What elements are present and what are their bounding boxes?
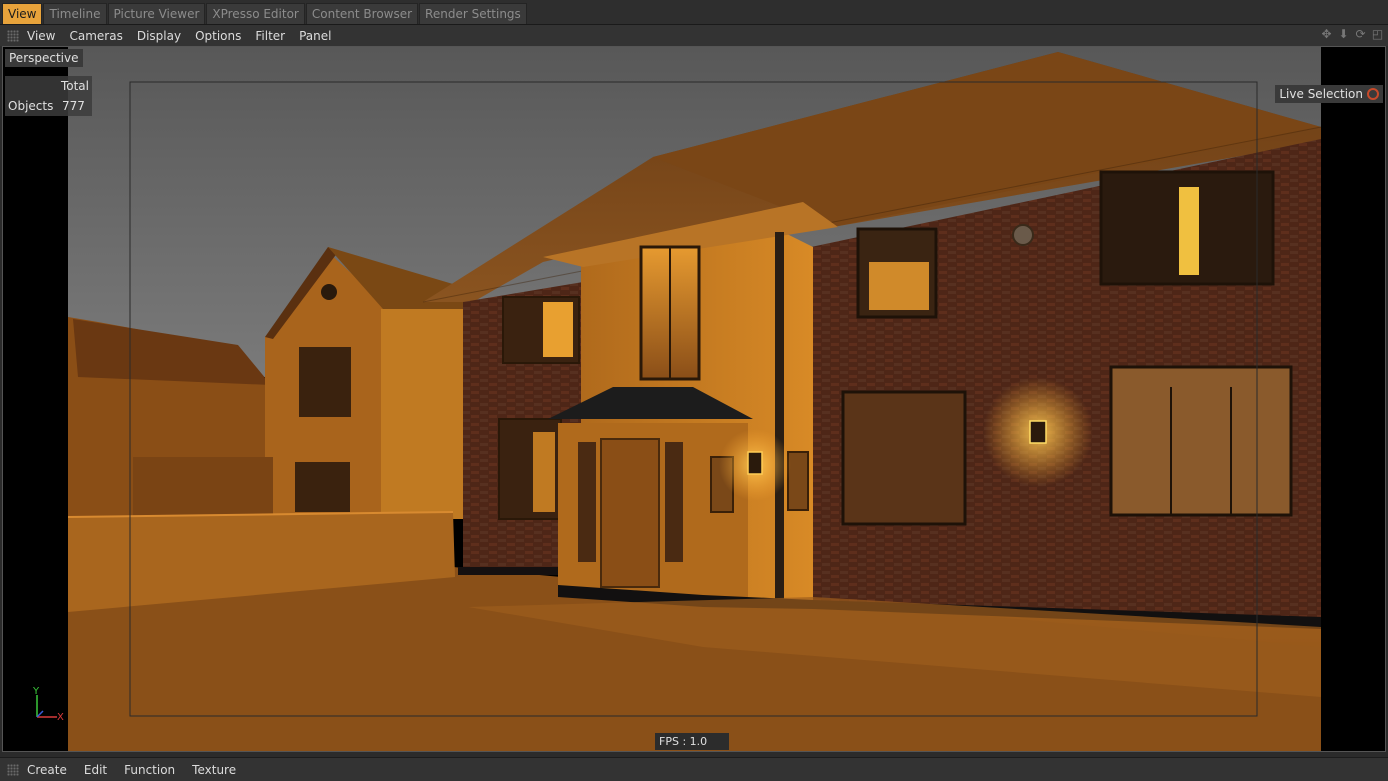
camera-label[interactable]: Perspective bbox=[5, 49, 83, 67]
menu-panel[interactable]: Panel bbox=[299, 29, 331, 43]
menu-view[interactable]: View bbox=[27, 29, 55, 43]
menu-function[interactable]: Function bbox=[124, 763, 175, 777]
rotate-icon[interactable]: ⟳ bbox=[1354, 28, 1367, 41]
wall-lamp-porch bbox=[747, 451, 763, 475]
axis-x-label: X bbox=[57, 712, 64, 723]
maximize-icon[interactable]: ◰ bbox=[1371, 28, 1384, 41]
material-manager-menu-bar: Create Edit Function Texture bbox=[0, 757, 1388, 781]
stats-objects-value: 777 bbox=[62, 99, 85, 113]
panel-tab-bar: View Timeline Picture Viewer XPresso Edi… bbox=[0, 0, 1388, 25]
live-selection-icon bbox=[1367, 88, 1379, 100]
viewport-nav-icons: ✥ ⬇ ⟳ ◰ bbox=[1320, 28, 1384, 41]
fps-readout: FPS : 1.0 bbox=[655, 733, 729, 750]
stats-objects-label: Objects bbox=[8, 99, 54, 113]
panel-grip-icon[interactable] bbox=[7, 29, 19, 42]
menu-edit[interactable]: Edit bbox=[84, 763, 107, 777]
axis-y-label: Y bbox=[32, 686, 40, 697]
menu-filter[interactable]: Filter bbox=[255, 29, 285, 43]
perspective-viewport[interactable]: Perspective Total Objects 777 Live Selec… bbox=[2, 46, 1386, 752]
panel-grip-icon[interactable] bbox=[7, 763, 19, 776]
wall-lamp-facade bbox=[1029, 420, 1047, 444]
scene-stats-hud: Total Objects 777 bbox=[5, 76, 92, 116]
wall-vent bbox=[1012, 224, 1034, 246]
menu-display[interactable]: Display bbox=[137, 29, 181, 43]
drainpipe bbox=[775, 232, 784, 602]
axis-gizmo: Y X bbox=[29, 685, 69, 725]
3d-scene-render[interactable] bbox=[3, 47, 1386, 752]
window-right-ground-large bbox=[1109, 365, 1293, 517]
menu-create[interactable]: Create bbox=[27, 763, 67, 777]
front-door bbox=[600, 438, 660, 588]
menu-cameras[interactable]: Cameras bbox=[69, 29, 122, 43]
active-tool-text: Live Selection bbox=[1279, 87, 1363, 101]
tab-render-settings[interactable]: Render Settings bbox=[419, 3, 527, 24]
menu-texture[interactable]: Texture bbox=[192, 763, 236, 777]
tab-content-browser[interactable]: Content Browser bbox=[305, 3, 419, 24]
menu-options[interactable]: Options bbox=[195, 29, 241, 43]
window-right-ground-center bbox=[841, 390, 967, 526]
tab-xpresso-editor[interactable]: XPresso Editor bbox=[206, 3, 305, 24]
viewport-menu-bar: View Cameras Display Options Filter Pane… bbox=[0, 25, 1388, 46]
move-icon[interactable]: ✥ bbox=[1320, 28, 1333, 41]
stats-total-header: Total bbox=[60, 79, 89, 93]
tab-picture-viewer[interactable]: Picture Viewer bbox=[107, 3, 206, 24]
active-tool-label[interactable]: Live Selection bbox=[1275, 85, 1383, 103]
tab-timeline[interactable]: Timeline bbox=[43, 3, 107, 24]
tab-view[interactable]: View bbox=[2, 3, 43, 24]
down-arrow-icon[interactable]: ⬇ bbox=[1337, 28, 1350, 41]
